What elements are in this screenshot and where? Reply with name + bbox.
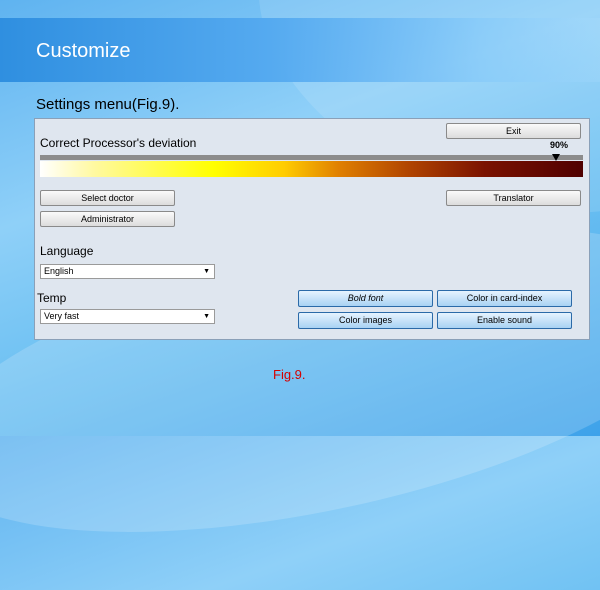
settings-panel: Exit Correct Processor's deviation 90% S… [34,118,590,340]
chevron-down-icon: ▼ [203,313,210,320]
temp-value: Very fast [44,311,80,321]
temp-label: Temp [37,291,67,305]
figure-caption: Fig.9. [273,367,306,382]
enable-sound-button[interactable]: Enable sound [437,312,572,329]
deviation-label: Correct Processor's deviation [40,136,197,150]
temp-select[interactable]: Very fast ▼ [40,309,215,324]
deviation-track [40,155,583,160]
bold-font-button[interactable]: Bold font [298,290,433,307]
slide-title: Customize [36,40,131,62]
chevron-down-icon: ▼ [203,268,210,275]
deviation-marker-icon[interactable] [552,154,560,161]
administrator-button[interactable]: Administrator [40,211,175,227]
language-value: English [44,266,74,276]
slide-subtitle: Settings menu(Fig.9). [36,96,180,113]
language-select[interactable]: English ▼ [40,264,215,279]
deviation-gradient-bar[interactable] [40,161,583,177]
select-doctor-button[interactable]: Select doctor [40,190,175,206]
exit-button[interactable]: Exit [446,123,581,139]
color-images-button[interactable]: Color images [298,312,433,329]
translator-button[interactable]: Translator [446,190,581,206]
color-card-index-button[interactable]: Color in card-index [437,290,572,307]
deviation-percent: 90% [550,140,569,150]
language-label: Language [40,244,94,258]
